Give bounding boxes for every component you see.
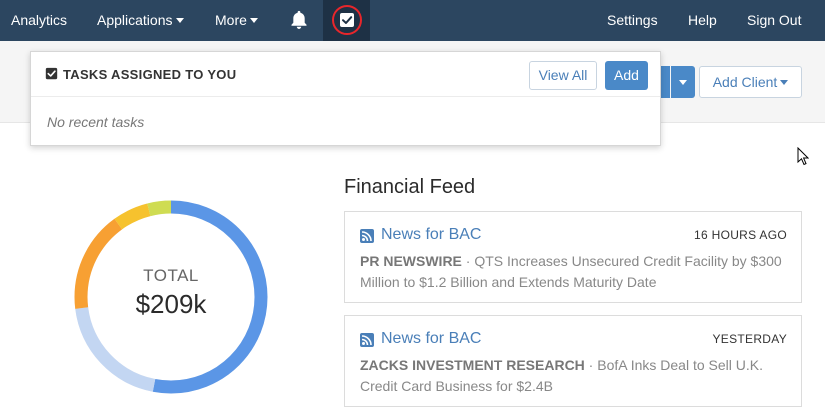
- total-value: $209k: [135, 289, 207, 319]
- feed-publisher: PR NEWSWIRE: [360, 253, 462, 269]
- checkbox-check-icon: [45, 67, 58, 80]
- nav-applications-label: Applications: [97, 12, 173, 28]
- tasks-dropdown: TASKS ASSIGNED TO YOU View All Add No re…: [30, 51, 661, 146]
- feed-body[interactable]: ZACKS INVESTMENT RESEARCH · BofA Inks De…: [360, 355, 790, 397]
- feed-item[interactable]: News for BAC 16 HOURS AGO PR NEWSWIRE · …: [344, 211, 802, 303]
- top-nav: Analytics Applications More Settings Hel…: [0, 0, 825, 41]
- caret-down-icon: [780, 80, 789, 85]
- add-client-button[interactable]: Add Client: [699, 66, 802, 98]
- nav-applications[interactable]: Applications: [97, 0, 184, 41]
- bell-icon[interactable]: [288, 9, 310, 31]
- add-client-label: Add Client: [712, 74, 778, 90]
- feed-separator: ·: [584, 357, 598, 373]
- view-all-button[interactable]: View All: [529, 61, 597, 90]
- feed-publisher: ZACKS INVESTMENT RESEARCH: [360, 357, 585, 373]
- primary-split-caret-button[interactable]: [671, 66, 695, 98]
- nav-analytics[interactable]: Analytics: [11, 0, 67, 41]
- feed-source-link[interactable]: News for BAC: [381, 330, 481, 348]
- rss-icon: [360, 229, 374, 243]
- caret-down-icon: [679, 80, 687, 85]
- feed-separator: ·: [461, 253, 475, 269]
- financial-feed-title: Financial Feed: [344, 176, 476, 198]
- rss-icon: [360, 333, 374, 347]
- total-label: TOTAL: [143, 266, 199, 285]
- checkbox-check-icon: [340, 13, 354, 27]
- tasks-dropdown-header: TASKS ASSIGNED TO YOU View All Add: [31, 52, 660, 97]
- feed-time: 16 HOURS AGO: [694, 228, 787, 242]
- tasks-dropdown-title: TASKS ASSIGNED TO YOU: [63, 67, 237, 82]
- nav-help[interactable]: Help: [688, 0, 717, 41]
- nav-more-label: More: [215, 12, 247, 28]
- feed-body[interactable]: PR NEWSWIRE · QTS Increases Unsecured Cr…: [360, 251, 790, 293]
- nav-settings[interactable]: Settings: [607, 0, 658, 41]
- feed-time: YESTERDAY: [712, 332, 787, 346]
- nav-sign-out[interactable]: Sign Out: [747, 0, 801, 41]
- caret-down-icon: [175, 18, 184, 23]
- tasks-empty-message: No recent tasks: [47, 114, 145, 130]
- add-task-button[interactable]: Add: [605, 61, 648, 90]
- feed-item[interactable]: News for BAC YESTERDAY ZACKS INVESTMENT …: [344, 315, 802, 407]
- feed-source-link[interactable]: News for BAC: [381, 226, 481, 244]
- caret-down-icon: [249, 18, 258, 23]
- mouse-cursor-icon: [797, 147, 809, 166]
- nav-more[interactable]: More: [215, 0, 258, 41]
